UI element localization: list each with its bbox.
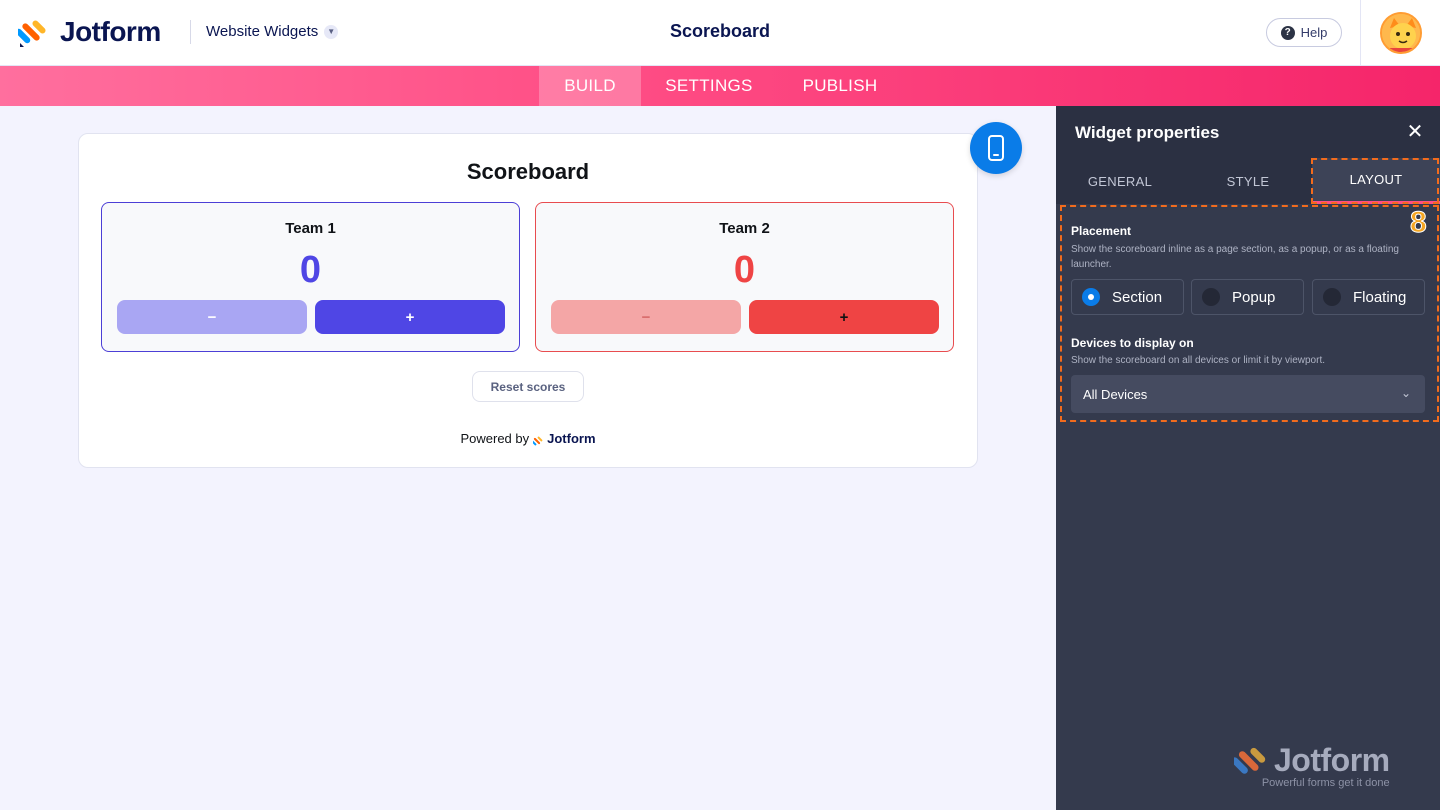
mobile-preview-button[interactable] bbox=[970, 122, 1022, 174]
decrement-button[interactable]: − bbox=[551, 300, 741, 334]
help-button[interactable]: ? Help bbox=[1266, 18, 1342, 47]
placement-option-section[interactable]: Section bbox=[1071, 279, 1184, 315]
increment-button[interactable]: + bbox=[315, 300, 505, 334]
jotform-mini-logo-icon bbox=[531, 434, 543, 445]
product-switcher[interactable]: Website Widgets ▼ bbox=[206, 23, 339, 40]
phone-icon bbox=[988, 135, 1004, 161]
team-score: 0 bbox=[733, 249, 756, 291]
devices-select-value: All Devices bbox=[1083, 386, 1148, 402]
jotform-logo-icon bbox=[15, 17, 48, 47]
powered-by-brand: Jotform bbox=[547, 431, 596, 446]
close-icon[interactable]: ✕ bbox=[1405, 122, 1425, 142]
powered-by-label: Powered by bbox=[460, 431, 530, 446]
radio-icon bbox=[1323, 288, 1341, 306]
question-icon: ? bbox=[1280, 25, 1295, 40]
product-name: Website Widgets bbox=[206, 23, 319, 40]
tab-settings[interactable]: SETTINGS bbox=[652, 66, 766, 106]
option-label: Floating bbox=[1353, 288, 1407, 306]
radio-selected-icon bbox=[1082, 288, 1100, 306]
reset-scores-button[interactable]: Reset scores bbox=[472, 371, 584, 402]
team-card-1: Team 1 0 − + bbox=[101, 202, 520, 352]
header-divider-right bbox=[1360, 0, 1361, 66]
watermark-tagline: Powerful forms get it done bbox=[1261, 777, 1390, 789]
chevron-down-icon: ▼ bbox=[324, 24, 339, 39]
panel-title: Widget properties bbox=[1075, 123, 1220, 142]
tab-build[interactable]: BUILD bbox=[539, 66, 641, 106]
builder-nav: BUILD SETTINGS PUBLISH bbox=[0, 66, 1440, 106]
tab-style[interactable]: STYLE bbox=[1184, 158, 1312, 204]
radio-icon bbox=[1202, 288, 1220, 306]
increment-button[interactable]: + bbox=[749, 300, 939, 334]
option-label: Popup bbox=[1232, 288, 1276, 306]
placement-description: Show the scoreboard inline as a page sec… bbox=[1071, 244, 1399, 270]
tab-layout[interactable]: LAYOUT bbox=[1312, 158, 1440, 204]
team-card-2: Team 2 0 − + bbox=[535, 202, 954, 352]
step-number-badge: 8 bbox=[1410, 206, 1428, 240]
jotform-logo[interactable]: Jotform bbox=[15, 16, 161, 48]
team-name: Team 1 bbox=[285, 220, 336, 237]
decrement-button[interactable]: − bbox=[117, 300, 307, 334]
team-score: 0 bbox=[299, 249, 322, 291]
scoreboard-title: Scoreboard bbox=[466, 159, 590, 184]
header-divider bbox=[190, 20, 191, 44]
devices-description: Show the scoreboard on all devices or li… bbox=[1071, 355, 1326, 366]
panel-tabs: GENERAL STYLE LAYOUT bbox=[1056, 158, 1440, 204]
jotform-watermark-icon bbox=[1234, 747, 1266, 774]
brand-name: Jotform bbox=[60, 16, 161, 47]
watermark-brand: Jotform bbox=[1274, 742, 1390, 778]
tab-general[interactable]: GENERAL bbox=[1056, 158, 1184, 204]
top-header: Jotform Website Widgets ▼ Scoreboard ? H… bbox=[0, 0, 1440, 66]
jotform-watermark: Jotform Powerful forms get it done bbox=[1234, 742, 1390, 789]
option-label: Section bbox=[1112, 288, 1163, 306]
placement-option-floating[interactable]: Floating bbox=[1312, 279, 1425, 315]
team-name: Team 2 bbox=[719, 220, 770, 237]
chevron-down-icon: ⌄ bbox=[1400, 386, 1411, 400]
powered-by[interactable]: Powered by Jotform bbox=[79, 431, 977, 446]
tab-publish[interactable]: PUBLISH bbox=[790, 66, 890, 106]
devices-label: Devices to display on bbox=[1071, 336, 1194, 350]
placement-label: Placement bbox=[1071, 224, 1132, 238]
avatar[interactable] bbox=[1380, 12, 1422, 54]
help-label: Help bbox=[1300, 25, 1328, 40]
widget-properties-panel: Widget properties ✕ GENERAL STYLE LAYOUT… bbox=[1056, 106, 1440, 810]
panel-header: Widget properties ✕ bbox=[1056, 106, 1440, 158]
placement-option-popup[interactable]: Popup bbox=[1191, 279, 1304, 315]
devices-select[interactable]: All Devices ⌄ bbox=[1071, 375, 1425, 413]
scoreboard-preview: Scoreboard Team 1 0 − + Team 2 0 − + Res… bbox=[78, 133, 978, 468]
